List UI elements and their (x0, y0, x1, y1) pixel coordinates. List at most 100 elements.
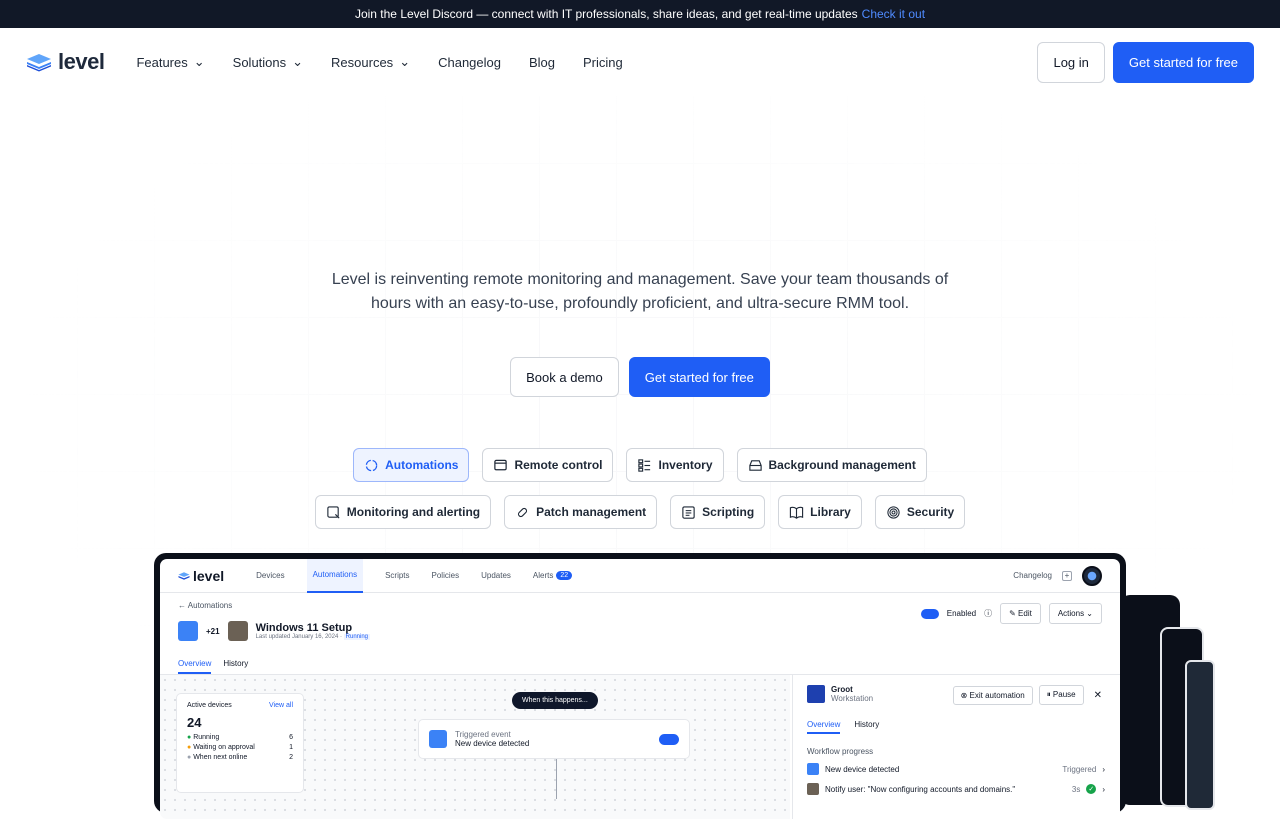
workflow-step[interactable]: New device detected Triggered › (807, 763, 1105, 775)
scripting-icon (682, 505, 695, 519)
book-icon (790, 506, 804, 519)
trigger-event-card[interactable]: Triggered event New device detected (418, 719, 690, 759)
panel-device-info: Groot Workstation (831, 685, 873, 703)
hero-actions: Book a demo Get started for free (0, 357, 1280, 397)
exit-automation-button[interactable]: ⊗ Exit automation (952, 685, 1033, 705)
nav-pricing[interactable]: Pricing (583, 55, 623, 70)
nav-resources[interactable]: Resources ⌄ (331, 54, 410, 70)
banner-link[interactable]: Check it out (862, 7, 925, 21)
monitor-icon (429, 730, 447, 748)
avatar[interactable] (1082, 565, 1102, 586)
nav-changelog[interactable]: Changelog (438, 55, 501, 70)
workflow-step[interactable]: Notify user: "Now configuring accounts a… (807, 783, 1105, 795)
chip-monitoring-alerting[interactable]: Monitoring and alerting (314, 495, 492, 529)
chip-inventory-label: Inventory (658, 458, 713, 472)
status-waiting-value: 1 (289, 744, 293, 751)
workflow-step-label: Notify user: "Now configuring accounts a… (825, 784, 1016, 794)
monitor-icon (807, 763, 819, 775)
app-tab-policies[interactable]: Policies (432, 559, 460, 593)
chevron-right-icon: › (1102, 784, 1105, 794)
chip-background-management[interactable]: Background management (736, 448, 927, 482)
close-icon[interactable]: ✕ (1094, 690, 1102, 701)
nav-actions: Log in Get started for free (1037, 41, 1254, 83)
status-badge: Running (343, 634, 371, 640)
chip-remote-control[interactable]: Remote control (482, 448, 614, 482)
subtab-history[interactable]: History (223, 659, 248, 674)
inventory-icon (638, 458, 651, 472)
trigger-event-label: Triggered event (455, 730, 511, 739)
chip-inventory[interactable]: Inventory (626, 448, 724, 482)
workflow-step-status: Triggered (1062, 764, 1097, 774)
app-logo-text: level (193, 567, 225, 584)
login-button[interactable]: Log in (1037, 41, 1105, 83)
app-tab-automations[interactable]: Automations (306, 559, 364, 593)
app-preview-device: level Devices Automations Scripts Polici… (154, 553, 1126, 819)
panel-tab-history[interactable]: History (854, 720, 879, 734)
plus-icon[interactable]: + (1062, 570, 1072, 581)
app-tab-scripts[interactable]: Scripts (385, 559, 409, 593)
chip-security-label: Security (906, 505, 955, 519)
get-started-button[interactable]: Get started for free (1112, 41, 1254, 83)
pause-button[interactable]: ⏸ Pause (1038, 685, 1084, 705)
feature-chips-row-2: Monitoring and alerting Patch management… (0, 495, 1280, 529)
chip-scripting-label: Scripting (702, 505, 755, 519)
enabled-toggle[interactable] (920, 608, 939, 619)
workflow-progress-title: Workflow progress (807, 747, 874, 756)
chevron-down-icon: ⌄ (399, 54, 411, 69)
hero-get-started-button[interactable]: Get started for free (628, 357, 770, 397)
nav-blog-label: Blog (528, 54, 556, 70)
active-devices-card: Active devices View all 24 ● Running 6 ● … (176, 693, 304, 793)
chip-automations[interactable]: Automations (353, 448, 470, 482)
nav-features-label: Features (136, 54, 188, 70)
logo[interactable]: level (26, 49, 105, 75)
trigger-pill: When this happens... (512, 692, 598, 709)
device-status-label: ● Running (187, 734, 220, 741)
nav-solutions[interactable]: Solutions ⌄ (233, 54, 303, 70)
info-icon: ⓘ (984, 609, 993, 618)
chip-security[interactable]: Security (874, 495, 966, 529)
trigger-event-text: Triggered event New device detected (455, 730, 529, 748)
chevron-right-icon: › (1102, 764, 1105, 774)
panel-tab-overview[interactable]: Overview (807, 720, 841, 734)
app-topbar: level Devices Automations Scripts Polici… (160, 559, 1120, 593)
panel-tabs: Overview History (807, 720, 879, 734)
device-status-row: ● When next online 2 (187, 754, 293, 761)
edit-button[interactable]: ✎ Edit (1000, 603, 1041, 624)
enabled-label: Enabled (946, 609, 977, 618)
app-tab-devices[interactable]: Devices (256, 559, 284, 593)
workflow-step-status: 3s (1071, 784, 1081, 794)
app-tab-alerts[interactable]: Alerts 22 (533, 559, 573, 593)
actions-button[interactable]: Actions ⌄ (1048, 603, 1102, 624)
book-demo-button[interactable]: Book a demo (510, 357, 619, 397)
app-changelog-link[interactable]: Changelog (1013, 571, 1052, 580)
active-devices-title: Active devices (187, 702, 232, 709)
nav-features[interactable]: Features ⌄ (136, 54, 204, 70)
subtab-overview[interactable]: Overview (178, 659, 212, 674)
event-toggle[interactable] (659, 733, 679, 745)
nav-resources-label: Resources (331, 54, 394, 70)
check-icon: ✓ (1086, 784, 1097, 794)
app-breadcrumb[interactable]: ← Automations (178, 601, 232, 610)
chip-remote-control-label: Remote control (514, 458, 603, 472)
device-status-row: ● Running 6 (187, 734, 293, 741)
banner-text: Join the Level Discord — connect with IT… (354, 7, 858, 21)
fingerprint-icon (887, 505, 900, 519)
automation-subtabs: Overview History (178, 659, 248, 674)
chip-scripting[interactable]: Scripting (670, 495, 766, 529)
chip-patch-management[interactable]: Patch management (504, 495, 658, 529)
logo-text: level (58, 49, 105, 74)
chip-library[interactable]: Library (778, 495, 862, 529)
status-next-online-label: When next online (193, 754, 248, 761)
device-detail-panel: Groot Workstation ⊗ Exit automation ⏸ Pau… (792, 675, 1120, 819)
alerts-count-badge: 22 (556, 571, 573, 580)
patch-icon (518, 507, 528, 517)
nav-blog[interactable]: Blog (529, 55, 555, 70)
flow-connector (556, 759, 557, 799)
nav-pricing-label: Pricing (583, 54, 623, 70)
app-tab-updates[interactable]: Updates (481, 559, 511, 593)
automation-title-block: Windows 11 Setup Last updated January 16… (256, 622, 371, 640)
view-all-link[interactable]: View all (269, 702, 293, 709)
top-nav: level Features ⌄ Solutions ⌄ Resources ⌄ Ch… (0, 28, 1280, 96)
panel-device-header: Groot Workstation (807, 685, 873, 703)
chip-patch-label: Patch management (536, 505, 647, 519)
